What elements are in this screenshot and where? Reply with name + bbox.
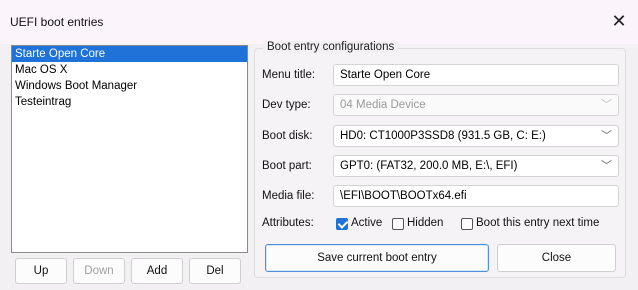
attributes-label: Attributes: — [262, 217, 314, 229]
chevron-down-icon: ﹀ — [601, 99, 612, 111]
boot-disk-label: Boot disk: — [262, 130, 313, 142]
media-file-input[interactable]: \EFI\BOOT\BOOTx64.efi — [333, 185, 619, 207]
up-button[interactable]: Up — [15, 258, 67, 284]
menu-title-input[interactable]: Starte Open Core — [333, 64, 619, 86]
media-file-value: \EFI\BOOT\BOOTx64.efi — [340, 190, 467, 202]
close-button[interactable]: Close — [497, 244, 616, 272]
window-title: UEFI boot entries — [10, 15, 104, 29]
save-boot-entry-button[interactable]: Save current boot entry — [265, 244, 489, 272]
chevron-down-icon: ﹀ — [601, 160, 612, 172]
add-button[interactable]: Add — [131, 258, 183, 284]
menu-title-value: Starte Open Core — [340, 69, 431, 81]
media-file-label: Media file: — [262, 190, 315, 202]
chevron-down-icon: ﹀ — [601, 130, 612, 142]
boot-disk-value: HD0: CT1000P3SSD8 (931.5 GB, C: E:) — [340, 130, 546, 142]
uefi-boot-entries-dialog: UEFI boot entries ✕ Starte Open Core Mac… — [0, 0, 638, 290]
hidden-checkbox[interactable] — [392, 218, 404, 230]
down-button[interactable]: Down — [73, 258, 125, 284]
list-item[interactable]: Mac OS X — [12, 62, 247, 78]
dev-type-select[interactable]: 04 Media Device ﹀ — [333, 94, 619, 116]
boot-next-label: Boot this entry next time — [476, 217, 600, 229]
hidden-label: Hidden — [407, 217, 444, 229]
close-icon[interactable]: ✕ — [606, 8, 632, 34]
title-bar: UEFI boot entries ✕ — [0, 0, 638, 44]
group-title: Boot entry configurations — [263, 41, 399, 53]
list-item[interactable]: Testeintrag — [12, 94, 247, 110]
list-item[interactable]: Starte Open Core — [12, 46, 247, 62]
boot-part-select[interactable]: GPT0: (FAT32, 200.0 MB, E:\, EFI) ﹀ — [333, 155, 619, 177]
del-button[interactable]: Del — [189, 258, 241, 284]
dev-type-label: Dev type: — [262, 99, 311, 111]
boot-part-label: Boot part: — [262, 160, 312, 172]
boot-disk-select[interactable]: HD0: CT1000P3SSD8 (931.5 GB, C: E:) ﹀ — [333, 125, 619, 147]
menu-title-label: Menu title: — [262, 69, 316, 81]
boot-next-checkbox[interactable] — [461, 218, 473, 230]
boot-entries-list[interactable]: Starte Open Core Mac OS X Windows Boot M… — [11, 45, 248, 253]
active-label: Active — [351, 217, 383, 229]
list-item[interactable]: Windows Boot Manager — [12, 78, 247, 94]
dev-type-value: 04 Media Device — [340, 99, 426, 111]
active-checkbox[interactable] — [336, 218, 348, 230]
boot-part-value: GPT0: (FAT32, 200.0 MB, E:\, EFI) — [340, 160, 518, 172]
